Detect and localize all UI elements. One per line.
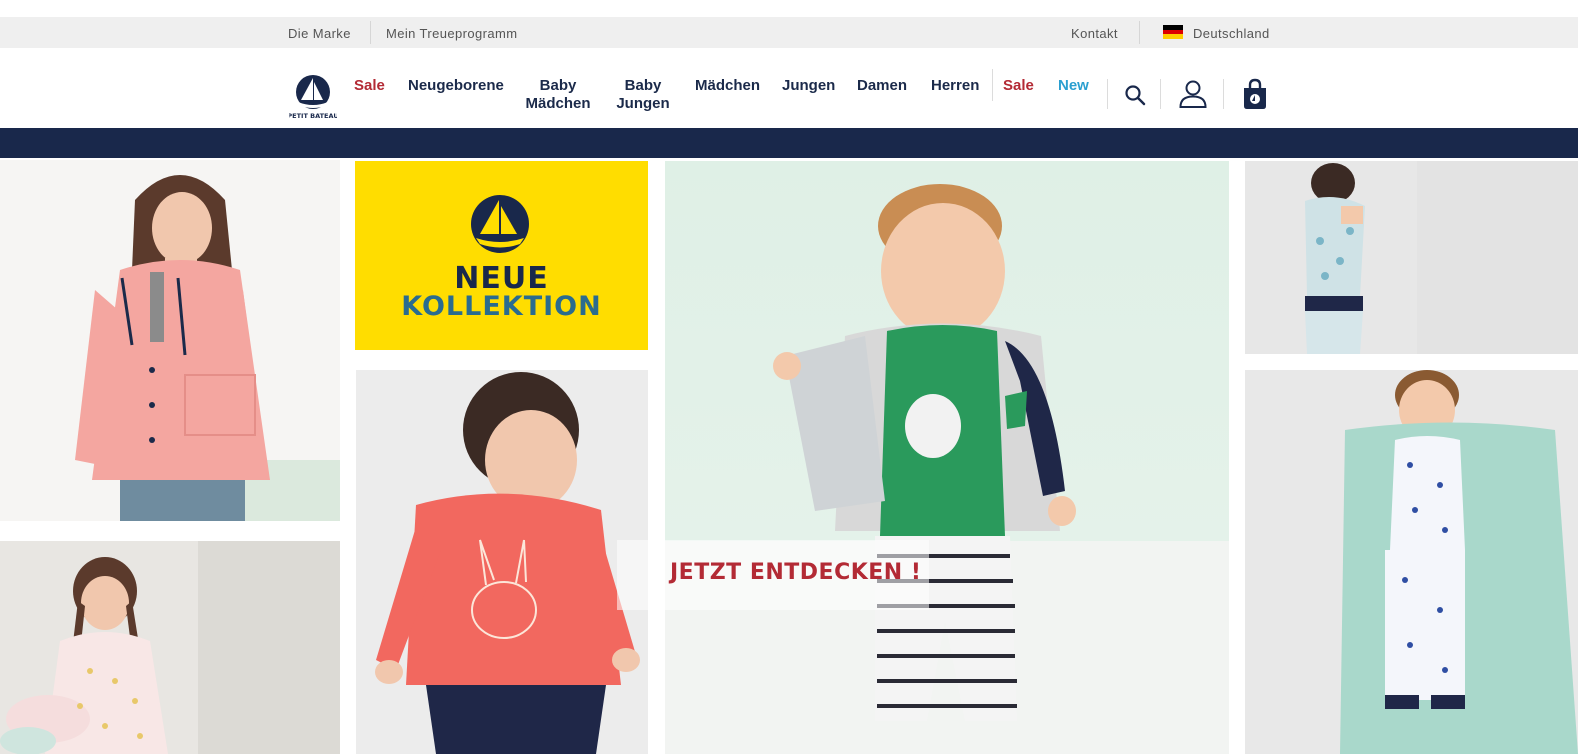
- divider: [992, 69, 993, 101]
- divider: [1160, 79, 1161, 109]
- baby-girl-shirt-image[interactable]: [356, 370, 648, 754]
- nav-baby-boys-line2: Jungen: [616, 95, 670, 112]
- nav-sale-secondary[interactable]: Sale: [1003, 77, 1034, 95]
- nav-boys[interactable]: Jungen: [782, 77, 835, 95]
- search-icon[interactable]: [1124, 84, 1146, 106]
- nav-women[interactable]: Damen: [857, 77, 907, 95]
- sailboat-logo-icon: [471, 195, 529, 253]
- nav-men[interactable]: Herren: [931, 77, 979, 95]
- divider: [1139, 21, 1140, 44]
- top-utility-bar: Die Marke Mein Treueprogramm Kontakt Deu…: [0, 17, 1578, 48]
- nav-baby-girls-line1: Baby: [539, 77, 577, 94]
- main-navigation: PETIT BATEAU Sale Neugeborene Baby Mädch…: [0, 48, 1578, 128]
- girl-pyjama-image[interactable]: [0, 541, 340, 754]
- boy-blanket-image[interactable]: [1245, 370, 1578, 754]
- women-raincoat-image[interactable]: [0, 160, 340, 521]
- promo-title-kollektion: KOLLEKTION: [401, 291, 602, 322]
- contact-link[interactable]: Kontakt: [1071, 26, 1118, 41]
- sailboat-logo-icon[interactable]: PETIT BATEAU: [289, 72, 337, 120]
- announcement-band: [0, 128, 1578, 158]
- divider: [1223, 79, 1224, 109]
- nav-baby-boys-line1: Baby: [624, 77, 662, 94]
- nav-baby-girls[interactable]: Baby Mädchen: [525, 77, 591, 113]
- nav-sale[interactable]: Sale: [354, 77, 385, 95]
- new-collection-banner[interactable]: NEUE KOLLEKTION: [355, 161, 648, 350]
- nav-baby-girls-line2: Mädchen: [525, 95, 591, 112]
- nav-newborn[interactable]: Neugeborene: [408, 77, 504, 95]
- shopping-bag-icon[interactable]: [1242, 78, 1268, 110]
- user-icon[interactable]: [1178, 79, 1208, 109]
- nav-baby-boys[interactable]: Baby Jungen: [613, 77, 673, 113]
- brand-link[interactable]: Die Marke: [288, 26, 351, 41]
- german-flag-icon[interactable]: [1163, 25, 1183, 40]
- divider: [370, 21, 371, 44]
- loyalty-program-link[interactable]: Mein Treueprogramm: [386, 26, 517, 41]
- discover-now-link[interactable]: JETZT ENTDECKEN !: [670, 560, 921, 585]
- nav-girls[interactable]: Mädchen: [695, 77, 760, 95]
- divider: [1107, 79, 1108, 109]
- hero-toddler-image[interactable]: [665, 161, 1229, 754]
- country-selector[interactable]: Deutschland: [1193, 26, 1270, 41]
- boy-pyjama-top-image[interactable]: [1245, 161, 1578, 354]
- logo-text: PETIT BATEAU: [289, 112, 337, 120]
- nav-new[interactable]: New: [1058, 77, 1089, 95]
